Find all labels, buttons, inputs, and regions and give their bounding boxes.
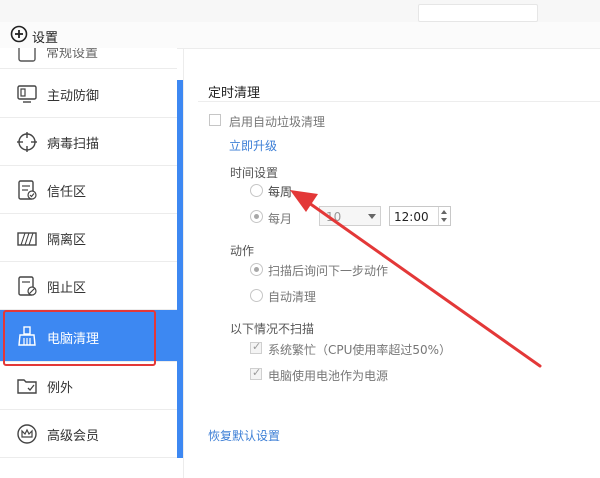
trust-list-icon bbox=[18, 180, 37, 200]
sidebar-item-premium[interactable]: 高级会员 bbox=[0, 410, 177, 458]
sidebar-item-active-defense[interactable]: 主动防御 bbox=[0, 70, 177, 118]
sidebar-item-trust-zone[interactable]: 信任区 bbox=[0, 166, 177, 214]
upgrade-link[interactable]: 立即升级 bbox=[229, 137, 277, 154]
crown-icon bbox=[17, 424, 37, 444]
day-select[interactable]: 10 bbox=[319, 206, 381, 226]
skip-battery-checkbox[interactable]: ✓ bbox=[250, 366, 262, 380]
auto-clean-label: 自动清理 bbox=[268, 290, 317, 304]
restore-defaults-link[interactable]: 恢复默认设置 bbox=[208, 427, 280, 444]
day-select-value: 10 bbox=[326, 210, 342, 224]
skip-busy-checkbox[interactable]: ✓ bbox=[250, 340, 262, 354]
background-window-strip bbox=[0, 0, 600, 22]
time-value: 12:00 bbox=[394, 210, 429, 224]
check-icon: ✓ bbox=[252, 366, 262, 379]
ask-after-scan-label: 扫描后询问下一步动作 bbox=[268, 264, 389, 278]
time-settings-label: 时间设置 bbox=[230, 166, 279, 180]
spin-up-icon[interactable] bbox=[441, 210, 447, 214]
sidebar-item-general[interactable]: 常规设置 bbox=[0, 48, 177, 69]
section-separator bbox=[198, 101, 600, 102]
sidebar-item-label: 例外 bbox=[47, 381, 74, 396]
window-title: 设置 bbox=[32, 31, 59, 46]
chevron-down-icon bbox=[368, 214, 376, 219]
check-icon: ✓ bbox=[252, 340, 262, 353]
background-window-box bbox=[418, 4, 538, 22]
time-spin-buttons[interactable] bbox=[438, 207, 450, 225]
block-list-icon bbox=[18, 276, 37, 296]
sidebar-item-label: 高级会员 bbox=[47, 429, 100, 444]
action-label: 动作 bbox=[230, 244, 255, 258]
sidebar-item-block-zone[interactable]: 阻止区 bbox=[0, 262, 177, 310]
section-title: 定时清理 bbox=[208, 86, 261, 101]
gear-icon bbox=[18, 48, 36, 62]
ask-after-scan-radio[interactable] bbox=[250, 263, 263, 276]
monitor-shield-icon bbox=[17, 85, 37, 103]
sidebar-item-exceptions[interactable]: 例外 bbox=[0, 362, 177, 410]
weekly-label: 每周 bbox=[268, 185, 293, 199]
panel-divider bbox=[183, 48, 184, 478]
sidebar: 常规设置 主动防御 病毒扫描 信任区 隔离区 阻止区 电脑清理 例外 高级会员 bbox=[0, 48, 177, 478]
annotation-highlight-box bbox=[3, 310, 156, 366]
skip-busy-label: 系统繁忙（CPU使用率超过50%） bbox=[268, 343, 452, 357]
weekly-radio[interactable] bbox=[250, 184, 263, 197]
time-stepper[interactable]: 12:00 bbox=[389, 206, 451, 226]
sidebar-item-virus-scan[interactable]: 病毒扫描 bbox=[0, 118, 177, 166]
auto-clean-radio[interactable] bbox=[250, 289, 263, 302]
skip-battery-label: 电脑使用电池作为电源 bbox=[268, 369, 389, 383]
sidebar-item-label: 常规设置 bbox=[46, 48, 99, 61]
plus-circle-icon bbox=[10, 25, 28, 43]
quarantine-icon bbox=[17, 232, 37, 246]
monthly-label: 每月 bbox=[268, 212, 293, 226]
monthly-radio[interactable] bbox=[250, 210, 263, 223]
sidebar-item-label: 病毒扫描 bbox=[47, 137, 100, 152]
sidebar-item-label: 阻止区 bbox=[47, 281, 87, 296]
enable-auto-clean-checkbox[interactable] bbox=[209, 114, 221, 126]
title-bar: 设置 bbox=[0, 22, 600, 49]
exception-folder-icon bbox=[17, 379, 37, 394]
sidebar-item-label: 隔离区 bbox=[47, 233, 87, 248]
sidebar-item-label: 主动防御 bbox=[47, 89, 100, 104]
enable-auto-clean-label: 启用自动垃圾清理 bbox=[229, 115, 326, 129]
spin-down-icon[interactable] bbox=[441, 218, 447, 222]
skip-conditions-label: 以下情况不扫描 bbox=[230, 322, 315, 336]
sidebar-item-label: 信任区 bbox=[47, 185, 87, 200]
sidebar-item-quarantine[interactable]: 隔离区 bbox=[0, 214, 177, 262]
crosshair-icon bbox=[17, 132, 37, 152]
